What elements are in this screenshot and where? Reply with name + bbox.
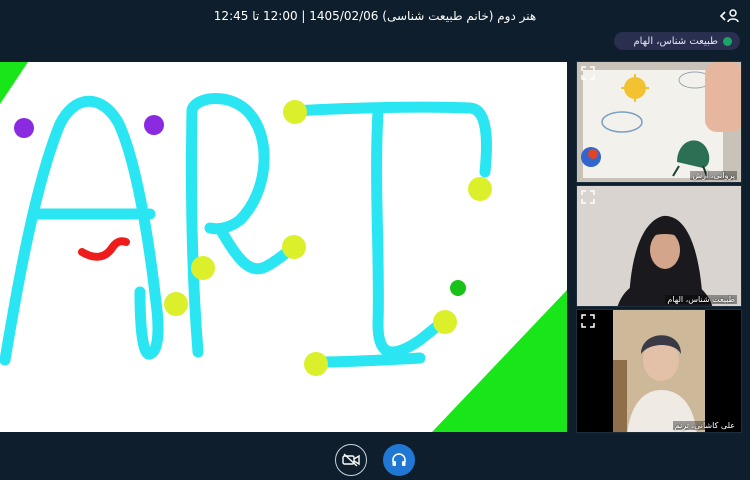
participant-name: طبیعت شناس، الهام [665,295,737,304]
letter-t-top [290,101,492,178]
letter-a-left-stroke [0,95,164,366]
video-feed [577,62,741,182]
yellow-dot [304,352,328,376]
yellow-dot [282,235,306,259]
whiteboard-drawing [0,62,567,432]
purple-dot [14,118,34,138]
yellow-dot [191,256,215,280]
yellow-dot [164,292,188,316]
headphones-icon [392,453,406,466]
purple-dot [144,115,164,135]
presenter-chip[interactable]: طبیعت شناس، الهام [614,32,740,50]
participant-name: علی کاشانی، ترنم [672,421,737,430]
camera-off-icon [342,453,360,467]
bottom-controls [0,440,750,480]
video-feed [577,310,741,432]
yellow-dot [433,310,457,334]
expand-icon[interactable] [580,65,596,81]
audio-button[interactable] [383,444,415,476]
participant-name: پروانی، آرش [690,171,737,180]
top-bar: هنر دوم (خانم طبیعت شناسی) 1405/02/06 | … [0,0,750,32]
presenter-status-dot [723,36,732,46]
session-title: هنر دوم (خانم طبیعت شناسی) 1405/02/06 | … [213,9,537,23]
yellow-dot [283,100,307,124]
whiteboard-canvas[interactable] [0,62,567,432]
red-squiggle [78,237,130,261]
presenter-name: طبیعت شناس، الهام [633,35,718,47]
video-tile-1[interactable]: پروانی، آرش [576,61,742,183]
camera-toggle-button[interactable] [335,444,367,476]
green-triangle-bottom-right [432,290,567,432]
chevron-left-user-icon [719,9,739,23]
green-triangle-top-left [0,62,28,104]
green-dot [450,280,466,296]
expand-icon[interactable] [580,313,596,329]
letter-r-loop [185,93,270,358]
users-panel-toggle[interactable] [718,6,742,26]
drawn-text-strokes [0,93,492,368]
video-feed [577,186,741,306]
video-tile-3[interactable]: علی کاشانی، ترنم [576,309,742,433]
yellow-dot [468,177,492,201]
expand-icon[interactable] [580,189,596,205]
video-tile-2[interactable]: طبیعت شناس، الهام [576,185,742,307]
letter-t-base [312,352,426,368]
